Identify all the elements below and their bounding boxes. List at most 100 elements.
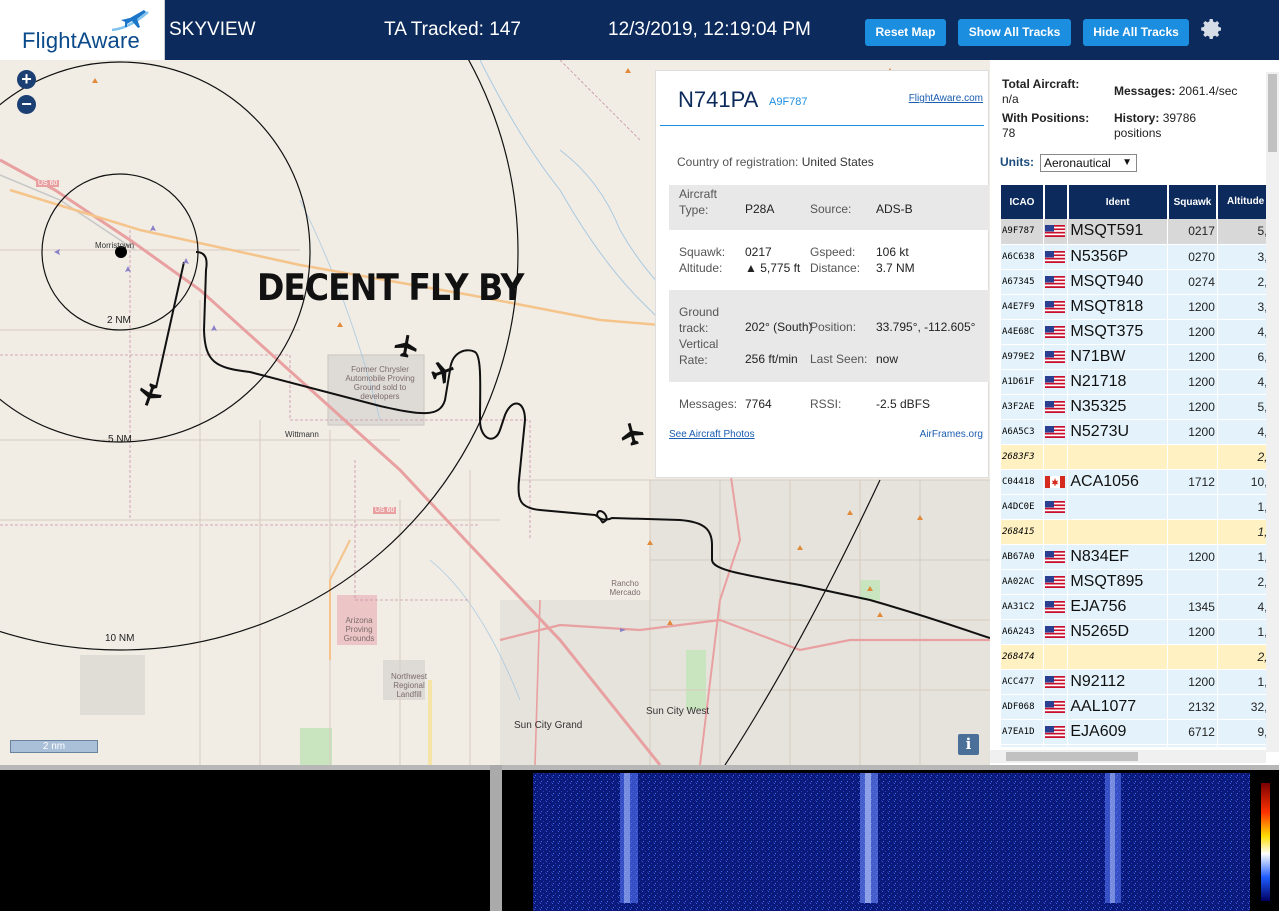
col-icao[interactable]: ICAO (1001, 185, 1045, 219)
ground-track-label: Ground track: (679, 305, 720, 335)
cell-ident: MSQT375 (1067, 319, 1169, 345)
cell-ident: N92112 (1067, 669, 1169, 695)
table-row[interactable]: A67345 MSQT94002742,600 (1001, 269, 1267, 295)
table-row[interactable]: ADF068 AAL1077213232,000 (1001, 694, 1267, 720)
table-row[interactable]: AB67A0 N834EF12001,875 (1001, 544, 1267, 570)
us-flag-icon (1045, 600, 1066, 613)
table-row[interactable]: A6A243 N5265D12001,500 (1001, 619, 1267, 645)
table-row[interactable]: A3F2AE N3532512005,200 (1001, 394, 1267, 420)
cell-icao: 268415 (1001, 519, 1045, 545)
scroll-thumb[interactable] (1006, 752, 1138, 761)
cell-icao: AA31C2 (1001, 594, 1045, 620)
table-row[interactable]: A7EA1D EJA60967129,525 (1001, 719, 1267, 745)
table-row[interactable]: A1D61F N2171812004,200 (1001, 369, 1267, 395)
table-row[interactable]: A4E68C MSQT37512004,400 (1001, 319, 1267, 345)
table-row[interactable]: A979E2 N71BW12006,450 (1001, 344, 1267, 370)
source-label: Source: (810, 202, 852, 216)
cell-flag (1043, 744, 1069, 747)
cell-squawk: 1200 (1167, 344, 1218, 370)
table-row[interactable]: A4E7F9 MSQT81812003,200 (1001, 294, 1267, 320)
table-row[interactable]: A4DC0E 1,475 (1001, 494, 1267, 520)
horizontal-scrollbar[interactable] (990, 750, 1266, 763)
cell-altitude: 6,450 (1217, 344, 1267, 370)
cell-altitude: 4,200 (1217, 369, 1267, 395)
aircraft-icon[interactable] (136, 381, 164, 409)
cell-flag (1043, 719, 1069, 745)
country-label: Country of registration: (677, 155, 799, 169)
units-select[interactable]: Aeronautical ▼ (1040, 154, 1137, 172)
cell-flag (1043, 569, 1069, 595)
aircraft-table-wrapper[interactable]: ICAO Ident Squawk Altitude (ft) A9F787 MS… (1001, 185, 1267, 747)
map-info-button[interactable]: i (958, 734, 979, 755)
zoom-out-button[interactable]: − (17, 95, 36, 114)
cell-altitude: 10,975 (1217, 469, 1267, 495)
card-messages-label: Messages: (679, 397, 738, 411)
cell-squawk: 0274 (1167, 269, 1218, 295)
color-scale-bar (1261, 783, 1270, 901)
cell-icao: A6A243 (1001, 619, 1045, 645)
cell-flag (1043, 244, 1069, 270)
aircraft-icon[interactable] (429, 358, 457, 386)
table-row[interactable]: ACC477 N9211212001,600 (1001, 669, 1267, 695)
app-name: SKYVIEW (169, 19, 256, 40)
position-label: Position: (810, 320, 857, 334)
us-flag-icon (1045, 575, 1066, 588)
cell-ident (1067, 519, 1169, 545)
spectrum-waterfall (533, 773, 1270, 911)
show-all-tracks-button[interactable]: Show All Tracks (958, 19, 1071, 46)
subdivision (80, 655, 145, 715)
col-ident[interactable]: Ident (1067, 185, 1169, 219)
table-row[interactable]: A9F787 MSQT59102175,775 (1001, 219, 1267, 245)
flightaware-logo[interactable]: FlightAware (0, 0, 165, 60)
cell-flag (1043, 644, 1069, 670)
us-flag-icon (1045, 275, 1066, 288)
airframes-link[interactable]: AirFrames.org (920, 429, 983, 440)
table-row[interactable]: A6A5C3 N5273U12004,100 (1001, 419, 1267, 445)
flight-track (155, 261, 185, 389)
cell-ident (1067, 494, 1169, 520)
cell-altitude: 32,000 (1217, 694, 1267, 720)
gspeed-value: 106 kt (876, 245, 909, 259)
table-row[interactable]: 2683F3 2,400 (1001, 444, 1267, 470)
ground-track-value: 202° (South) (745, 320, 813, 334)
flightaware-link[interactable]: FlightAware.com (909, 93, 983, 104)
col-squawk[interactable]: Squawk (1167, 185, 1219, 219)
table-row[interactable]: AA02AC MSQT895 2,725 (1001, 569, 1267, 595)
aircraft-icon[interactable] (619, 421, 646, 448)
squawk-value: 0217 (745, 245, 772, 259)
us-flag-icon (1045, 375, 1066, 388)
col-flag[interactable] (1043, 185, 1069, 219)
hide-all-tracks-button[interactable]: Hide All Tracks (1083, 19, 1189, 46)
table-row[interactable]: 268415 1,600 (1001, 519, 1267, 545)
scroll-thumb[interactable] (1268, 74, 1277, 152)
cell-squawk: 1200 (1167, 294, 1218, 320)
railroad (0, 174, 136, 251)
cell-icao: A3F2AE (1001, 394, 1045, 420)
table-row[interactable]: C04418 ACA1056171210,975 (1001, 469, 1267, 495)
table-row[interactable]: 268474 2,275 (1001, 644, 1267, 670)
reset-map-button[interactable]: Reset Map (865, 19, 946, 46)
zoom-in-button[interactable]: + (17, 70, 36, 89)
card-block-type: Aircraft Type: P28A Source: ADS-B (669, 185, 989, 230)
col-altitude[interactable]: Altitude (ft) (1217, 185, 1267, 219)
aircraft-type-value: P28A (745, 202, 775, 216)
table-row[interactable]: AA31C2 EJA75613454,825 (1001, 594, 1267, 620)
messages-value: 2061.4/sec (1178, 84, 1238, 98)
cell-icao: A7EA1D (1001, 719, 1045, 745)
cell-ident: N21718 (1067, 369, 1169, 395)
cell-altitude: 2,600 (1217, 269, 1267, 295)
cell-altitude: 2,275 (1217, 644, 1267, 670)
vertical-scrollbar[interactable] (1266, 72, 1279, 752)
total-aircraft-label: Total Aircraft: (1002, 77, 1080, 91)
table-row[interactable]: AD2833 ASH5726175714,800 (1001, 744, 1267, 747)
aircraft-photos-link[interactable]: See Aircraft Photos (669, 429, 755, 440)
table-row[interactable]: A6C638 N5356P02703,500 (1001, 244, 1267, 270)
cell-flag (1043, 594, 1069, 620)
cell-squawk: 1712 (1167, 469, 1218, 495)
cell-squawk: 1200 (1167, 394, 1218, 420)
town-label-morristown: Morristown (95, 241, 135, 250)
with-positions-label: With Positions: (1002, 111, 1090, 125)
gear-icon[interactable] (1200, 17, 1224, 41)
cell-icao: A4E68C (1001, 319, 1045, 345)
cell-ident (1067, 444, 1169, 470)
